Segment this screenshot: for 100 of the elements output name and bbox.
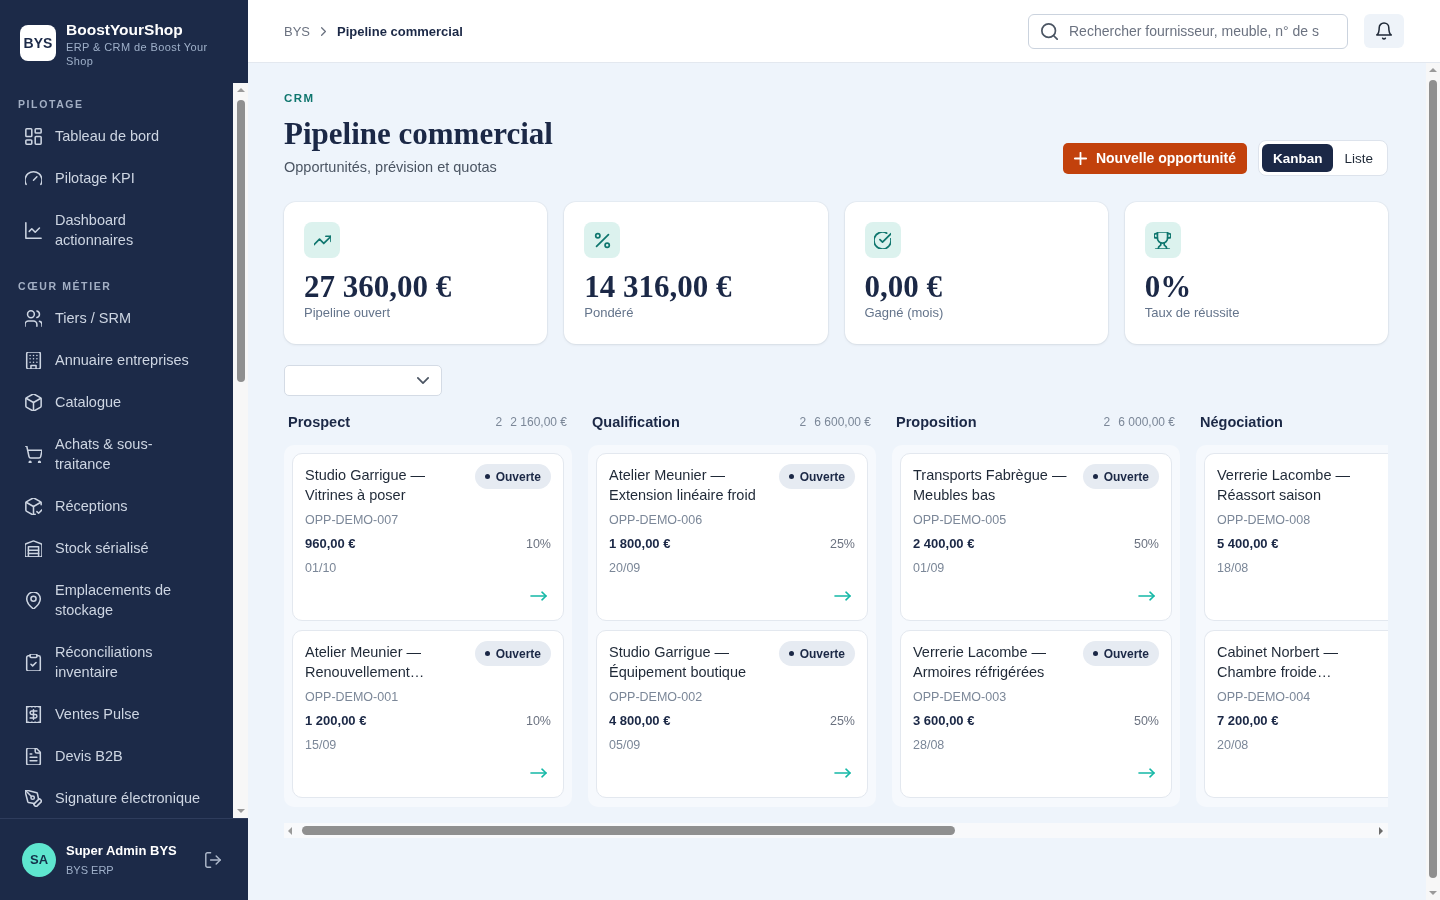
card-amount: 1 800,00 € <box>609 535 671 553</box>
dropdown-field[interactable] <box>284 365 442 396</box>
opportunity-card[interactable]: Cabinet Norbert — Chambre froide… OPP-DEMO-004 7 200,00 € 20/08 <box>1204 630 1388 798</box>
card-title: Atelier Meunier — Renouvellement… <box>305 643 426 682</box>
new-opportunity-button[interactable]: Nouvelle opportunité <box>1062 142 1247 174</box>
arrow-right-icon[interactable] <box>1138 591 1155 601</box>
kpi-value: 27 360,00 € <box>304 270 453 304</box>
receipt-icon <box>25 705 42 723</box>
gauge-icon <box>25 169 42 187</box>
nav-item[interactable]: Devis B2B <box>12 735 221 777</box>
box-icon <box>25 393 42 411</box>
arrow-right-icon[interactable] <box>834 591 851 601</box>
kpi-value: 0% <box>1144 270 1193 304</box>
logout-button[interactable] <box>205 851 221 868</box>
view-tab[interactable]: Liste <box>1333 144 1384 172</box>
users-icon <box>25 309 42 327</box>
view-tab[interactable]: Kanban <box>1261 144 1334 172</box>
nav-item[interactable]: Emplacements de stockage <box>12 569 221 631</box>
brand-tagline: ERP & CRM de Boost Your Shop <box>66 40 209 68</box>
nav-item[interactable]: Signature électronique <box>12 777 221 818</box>
package-check-icon <box>25 497 42 515</box>
kpi-label: Taux de réussite <box>1144 304 1241 322</box>
arrow-right-icon[interactable] <box>530 768 547 778</box>
user-avatar: SA <box>22 842 56 877</box>
opportunity-card[interactable]: Atelier Meunier — Renouvellement… Ouverte OPP-DEMO-001 1 200,00 € 10% 15/09 <box>292 630 564 798</box>
nav-item[interactable]: Annuaire entreprises <box>12 339 221 381</box>
card-probability: 10% <box>525 713 551 730</box>
trend-up-icon <box>304 222 340 258</box>
breadcrumb-current: Pipeline commercial <box>337 23 463 39</box>
opportunity-card[interactable]: Transports Fabrègue — Meubles bas Ouverte OPP-DEMO-005 2 400,00 € 50% 01/09 <box>900 453 1172 621</box>
opportunity-card[interactable]: Studio Garrigue — Vitrines à poser Ouverte OPP-DEMO-007 960,00 € 10% 01/10 <box>292 453 564 621</box>
plus-icon <box>1073 151 1087 165</box>
dot-icon <box>1092 474 1098 479</box>
nav-item[interactable]: Stock sérialisé <box>12 527 221 569</box>
kpi-value: 14 316,00 € <box>584 270 733 304</box>
nav-item[interactable]: Achats & sous-traitance <box>12 423 221 485</box>
chevron-right-icon <box>321 26 326 36</box>
pen-tool-icon <box>25 789 42 807</box>
nav-item[interactable]: Ventes Pulse <box>12 693 221 735</box>
kpi-value: 0,00 € <box>864 270 943 304</box>
nav-item[interactable]: Dashboard actionnaires <box>12 199 221 261</box>
horizontal-scrollbar[interactable] <box>284 823 1388 838</box>
warehouse-icon <box>25 539 42 557</box>
nav-item[interactable]: Réceptions <box>12 485 221 527</box>
card-title: Transports Fabrègue — Meubles bas <box>913 466 1068 505</box>
line-chart-icon <box>25 221 42 239</box>
clipboard-check-icon <box>25 653 42 671</box>
brand-name: BoostYourShop <box>66 21 184 39</box>
section-label: CRM <box>284 91 316 105</box>
column-count: 2 <box>495 415 503 429</box>
card-probability: 50% <box>1133 536 1159 553</box>
nav-item[interactable]: Tiers / SRM <box>12 297 221 339</box>
card-reference: OPP-DEMO-005 <box>913 512 1008 529</box>
nav-item[interactable]: Catalogue <box>12 381 221 423</box>
kpi-label: Gagné (mois) <box>864 304 945 322</box>
page-subtitle: Opportunités, prévision et quotas <box>284 158 498 177</box>
notifications-button[interactable] <box>1364 14 1404 48</box>
arrow-right-icon[interactable] <box>530 591 547 601</box>
card-date: 28/08 <box>913 737 946 754</box>
opportunity-card[interactable]: Atelier Meunier — Extension linéaire froid Ouverte OPP-DEMO-006 1 800,00 € 25% 20/09 <box>596 453 868 621</box>
search-field[interactable]: Rechercher fournisseur, meuble, n° de s <box>1028 13 1348 49</box>
nav-section-title: CŒUR MÉTIER <box>18 279 113 293</box>
dot-icon <box>1092 651 1098 656</box>
opportunity-card[interactable]: Studio Garrigue — Équipement boutique Ouverte OPP-DEMO-002 4 800,00 € 25% 05/09 <box>596 630 868 798</box>
vertical-scrollbar[interactable] <box>233 83 248 818</box>
card-reference: OPP-DEMO-002 <box>609 689 704 706</box>
card-date: 15/09 <box>305 737 338 754</box>
column-title: Qualification <box>592 414 680 430</box>
nav-item[interactable]: Réconciliations inventaire <box>12 631 221 693</box>
opportunity-card[interactable]: Verrerie Lacombe — Réassort saison OPP-DEMO-008 5 400,00 € 18/08 <box>1204 453 1388 621</box>
search-icon <box>1041 22 1058 40</box>
status-label: Ouverte <box>799 646 845 661</box>
breadcrumb-link[interactable]: BYS <box>284 23 310 39</box>
column-count: 2 <box>1103 415 1111 429</box>
card-title: Verrerie Lacombe — Armoires réfrigérées <box>913 643 1047 682</box>
card-title: Verrerie Lacombe — Réassort saison <box>1217 466 1351 505</box>
arrow-right-icon[interactable] <box>1138 768 1155 778</box>
nav-item[interactable]: Tableau de bord <box>12 115 221 157</box>
arrow-right-icon[interactable] <box>834 768 851 778</box>
dot-icon <box>788 474 794 479</box>
nav-section-title: PILOTAGE <box>18 97 85 111</box>
trophy-icon <box>1144 222 1181 258</box>
card-title: Cabinet Norbert — Chambre froide… <box>1217 643 1339 682</box>
dot-icon <box>484 651 490 656</box>
card-amount: 960,00 € <box>305 535 356 553</box>
card-title: Studio Garrigue — Équipement boutique <box>609 643 748 682</box>
user-organization: BYS ERP <box>66 862 115 877</box>
card-reference: OPP-DEMO-003 <box>913 689 1008 706</box>
card-date: 01/10 <box>305 560 338 577</box>
opportunity-card[interactable]: Verrerie Lacombe — Armoires réfrigérées Ouverte OPP-DEMO-003 3 600,00 € 50% 28/08 <box>900 630 1172 798</box>
cart-icon <box>25 445 42 463</box>
card-amount: 7 200,00 € <box>1217 712 1279 730</box>
document-icon <box>25 747 42 765</box>
card-title: Atelier Meunier — Extension linéaire froid <box>609 466 757 505</box>
dot-icon <box>788 651 794 656</box>
card-amount: 3 600,00 € <box>913 712 975 730</box>
nav-item[interactable]: Pilotage KPI <box>12 157 221 199</box>
vertical-scrollbar[interactable] <box>1426 63 1440 900</box>
card-reference: OPP-DEMO-001 <box>305 689 400 706</box>
card-amount: 2 400,00 € <box>913 535 975 553</box>
